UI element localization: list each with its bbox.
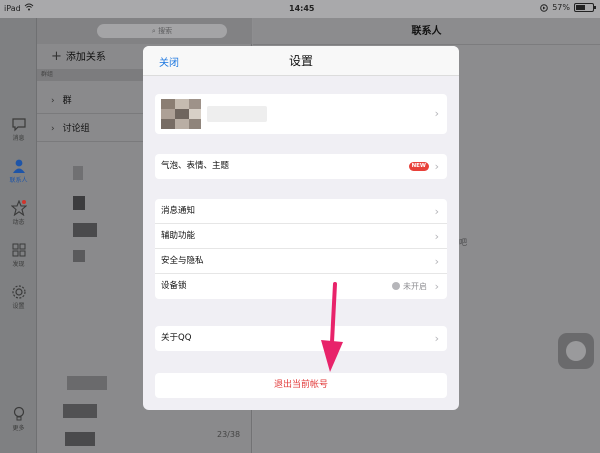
contact-avatar [73,166,83,180]
plus-icon: + [51,49,62,64]
appearance-row[interactable]: 气泡、表情、主题 NEW › [155,154,447,179]
tab-more[interactable]: 更多 [0,406,37,432]
profile-card[interactable]: › [155,94,447,134]
tab-feed[interactable]: 动态 [0,200,37,226]
profile-name [207,106,267,122]
chevron-right-icon: › [434,205,439,218]
accessibility-row[interactable]: 辅助功能 › [155,224,447,249]
contact-count: 23/38 [217,430,241,439]
settings-modal: 关闭 设置 › 气泡、表情、主题 NEW › 消息通知 › 辅助功能 › 安全与… [143,46,459,410]
contact-avatar [67,376,107,390]
logout-button[interactable]: 退出当前帐号 [155,373,447,398]
page-title: 联系人 [253,18,600,45]
chevron-right-icon: › [434,230,439,243]
tab-bar: 消息 联系人 动态 发现 设置 更多 [0,18,37,453]
contact-avatar [73,250,85,262]
chevron-right-icon: › [434,255,439,268]
lightbulb-icon [13,406,24,421]
device-lock-row[interactable]: 设备锁 未开启 › [155,274,447,299]
chevron-right-icon: › [51,96,55,106]
appearance-card: 气泡、表情、主题 NEW › [155,154,447,179]
about-card: 关于QQ › [155,326,447,351]
tab-discover[interactable]: 发现 [0,242,37,268]
search-bar: ⌕ 搜索 [37,18,252,44]
tab-contacts[interactable]: 联系人 [0,158,37,184]
profile-row[interactable]: › [155,94,447,134]
chevron-right-icon: › [434,107,439,120]
battery-percent: 57% [552,3,570,12]
contact-avatar [73,196,85,210]
person-icon [12,159,25,173]
annotation-arrow-icon [321,282,343,372]
modal-header: 关闭 设置 [143,46,459,76]
search-input[interactable]: ⌕ 搜索 [97,24,227,38]
chevron-right-icon: › [434,280,439,293]
contact-avatar [65,432,95,446]
carrier-label: iPad [4,4,21,13]
wifi-icon [24,3,34,11]
tab-messages[interactable]: 消息 [0,116,37,142]
privacy-row[interactable]: 安全与隐私 › [155,249,447,274]
status-bar: iPad 14:45 57% [0,0,600,18]
grid-icon [12,243,25,257]
clock: 14:45 [289,4,315,13]
notification-dot [22,200,26,204]
lock-icon [392,282,400,290]
modal-title: 设置 [288,54,313,68]
settings-group: 消息通知 › 辅助功能 › 安全与隐私 › 设备锁 未开启 › [155,199,447,299]
gear-icon [11,285,26,299]
hint-text: 吧 [459,238,467,247]
play-icon [540,3,549,12]
contact-avatar [63,404,97,418]
about-row[interactable]: 关于QQ › [155,326,447,351]
assistive-touch-button[interactable] [558,333,594,369]
chevron-right-icon: › [434,160,439,173]
contact-avatar [73,223,97,237]
battery-icon [574,3,596,12]
chevron-right-icon: › [51,124,55,134]
notifications-row[interactable]: 消息通知 › [155,199,447,224]
avatar [161,99,201,129]
tab-settings[interactable]: 设置 [0,284,37,310]
device-lock-status: 未开启 [392,274,427,299]
new-badge: NEW [408,162,429,171]
chevron-right-icon: › [434,332,439,345]
chat-bubble-icon [11,118,26,132]
